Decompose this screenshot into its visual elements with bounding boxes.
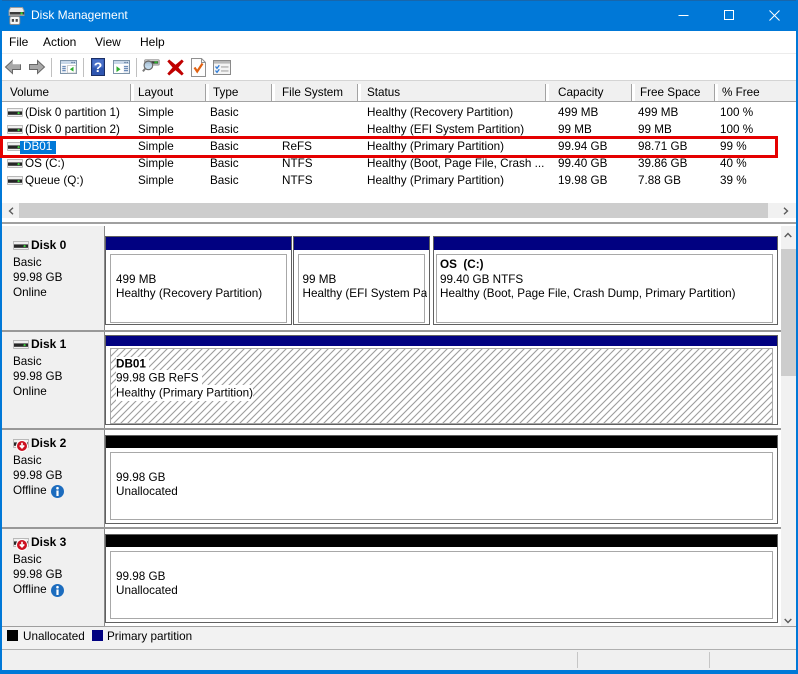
svg-text:?: ?: [94, 59, 103, 75]
